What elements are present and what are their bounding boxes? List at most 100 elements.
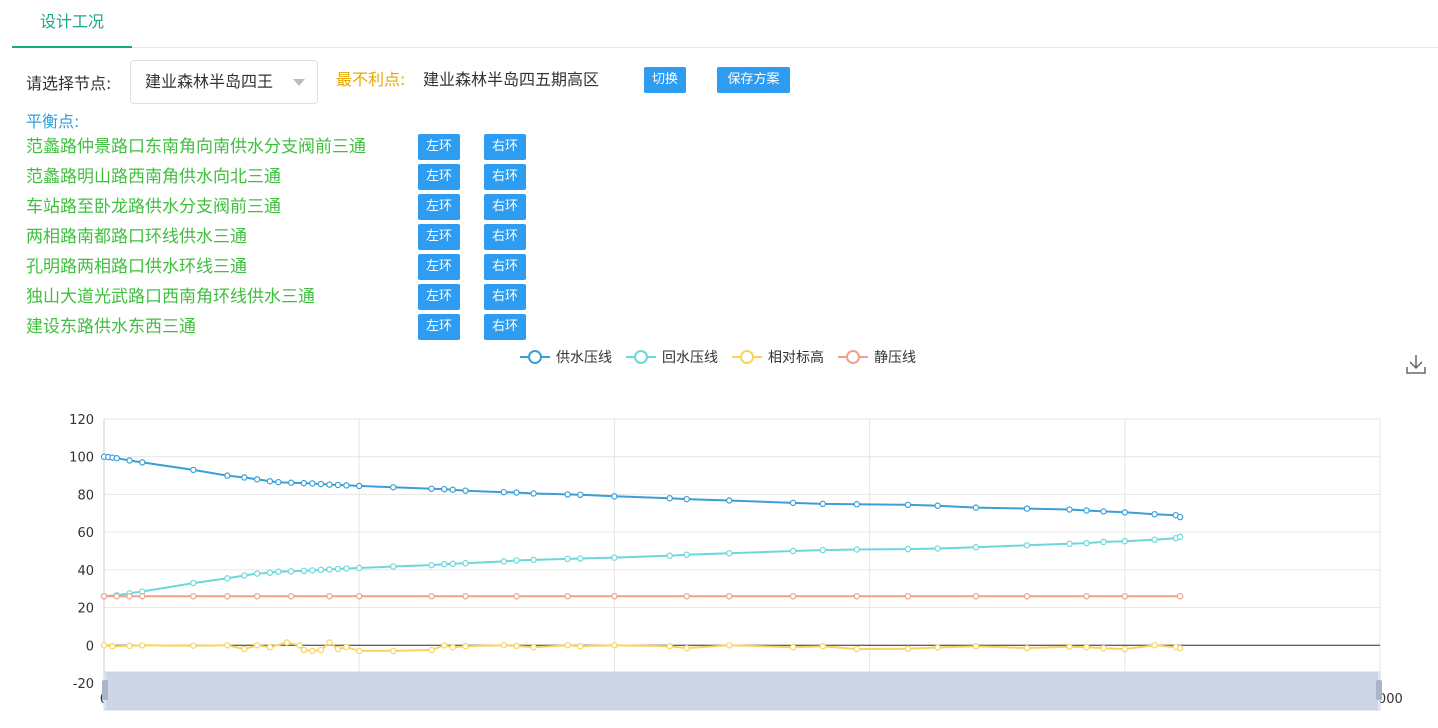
- left-loop-button[interactable]: 左环: [418, 164, 460, 190]
- data-point: [126, 642, 133, 650]
- right-loop-button[interactable]: 右环: [484, 164, 526, 190]
- data-point: [904, 645, 912, 652]
- left-loop-button[interactable]: 左环: [418, 194, 460, 220]
- data-point: [500, 642, 508, 649]
- data-point: [139, 593, 146, 600]
- data-point: [726, 642, 733, 649]
- tab-design-condition[interactable]: 设计工况: [12, 0, 132, 48]
- data-point: [564, 593, 571, 600]
- data-point: [253, 593, 261, 600]
- data-point: [326, 593, 333, 600]
- data-point: [326, 566, 333, 573]
- data-point: [462, 560, 469, 567]
- data-point: [428, 561, 435, 569]
- switch-button[interactable]: 切换: [644, 67, 686, 93]
- data-point: [441, 642, 448, 649]
- left-loop-button[interactable]: 左环: [418, 134, 460, 160]
- data-point: [334, 645, 342, 653]
- data-point: [530, 643, 537, 651]
- data-point: [428, 485, 435, 492]
- data-point: [1176, 593, 1184, 600]
- legend-item-return[interactable]: 回水压线: [626, 347, 718, 367]
- download-icon[interactable]: [1404, 352, 1428, 376]
- data-point: [1083, 539, 1090, 547]
- data-point: [530, 490, 537, 497]
- data-point: [309, 647, 316, 655]
- y-tick-label: 100: [69, 451, 94, 466]
- data-point: [1066, 506, 1073, 513]
- data-point: [726, 550, 733, 557]
- series-line: [103, 535, 1181, 598]
- data-point: [1023, 505, 1031, 512]
- legend-item-elevation[interactable]: 相对标高: [732, 347, 824, 367]
- data-point: [1100, 644, 1107, 652]
- y-tick-label: 80: [77, 488, 94, 503]
- data-point: [1100, 538, 1107, 546]
- node-select[interactable]: 建业森林半岛四王: [130, 60, 318, 104]
- balance-point-name: 建设东路供水东西三通: [26, 317, 196, 337]
- right-loop-button[interactable]: 右环: [484, 254, 526, 280]
- data-point: [904, 501, 912, 509]
- data-point: [326, 481, 333, 488]
- data-point: [853, 501, 861, 508]
- data-point: [309, 567, 316, 574]
- legend-symbol: [732, 350, 762, 364]
- left-loop-button[interactable]: 左环: [418, 284, 460, 310]
- data-point: [611, 493, 618, 500]
- data-point: [126, 593, 133, 600]
- right-loop-button[interactable]: 右环: [484, 284, 526, 310]
- series-line: [103, 641, 1181, 652]
- legend-item-static[interactable]: 静压线: [838, 347, 916, 367]
- data-point: [390, 484, 397, 491]
- data-zoom-left-handle[interactable]: [102, 680, 108, 700]
- right-loop-button[interactable]: 右环: [484, 134, 526, 160]
- right-loop-button[interactable]: 右环: [484, 224, 526, 250]
- data-point: [253, 476, 261, 483]
- data-point: [326, 639, 333, 646]
- data-zoom-window[interactable]: [106, 672, 1378, 710]
- legend-label: 回水压线: [662, 350, 718, 366]
- data-zoom-right-handle[interactable]: [1376, 680, 1382, 700]
- left-loop-button[interactable]: 左环: [418, 314, 460, 340]
- data-point: [1023, 593, 1031, 600]
- data-point: [300, 646, 308, 654]
- data-point: [428, 646, 435, 654]
- data-point: [343, 482, 350, 489]
- legend-item-supply[interactable]: 供水压线: [520, 347, 612, 367]
- balance-point-row: 范蠡路明山路西南角供水向北三通 左环 右环: [26, 163, 546, 191]
- data-point: [726, 593, 733, 600]
- data-point: [343, 643, 350, 651]
- data-point: [1066, 643, 1073, 650]
- data-point: [449, 486, 456, 493]
- data-point: [356, 564, 363, 572]
- data-point: [819, 643, 827, 650]
- data-point: [317, 566, 325, 574]
- data-point: [100, 593, 108, 600]
- data-point: [1023, 644, 1031, 652]
- data-point: [683, 495, 690, 503]
- pressure-line-chart: -2002040608010012003,0006,0009,00012,000…: [69, 413, 1403, 711]
- balance-point-name: 独山大道光武路口西南角环线供水三通: [26, 287, 315, 307]
- data-point: [462, 487, 469, 494]
- data-point: [224, 593, 231, 600]
- data-point: [577, 643, 584, 650]
- data-point: [1083, 643, 1090, 651]
- data-point: [428, 593, 435, 600]
- data-point: [726, 497, 733, 504]
- data-point: [287, 568, 295, 575]
- balance-points-title: 平衡点:: [26, 112, 80, 131]
- data-point: [356, 482, 363, 490]
- data-point: [934, 644, 941, 651]
- tab-bar: 设计工况: [12, 0, 1438, 48]
- right-loop-button[interactable]: 右环: [484, 314, 526, 340]
- left-loop-button[interactable]: 左环: [418, 224, 460, 250]
- save-scheme-button[interactable]: 保存方案: [717, 67, 790, 93]
- node-select-row: 请选择节点: 建业森林半岛四王 最不利点: 建业森林半岛四五期高区 切换 保存方…: [26, 60, 790, 104]
- data-point: [819, 546, 827, 554]
- y-tick-label: 60: [77, 526, 94, 541]
- left-loop-button[interactable]: 左环: [418, 254, 460, 280]
- data-point: [500, 558, 508, 565]
- data-point: [683, 644, 690, 652]
- data-point: [972, 504, 980, 511]
- right-loop-button[interactable]: 右环: [484, 194, 526, 220]
